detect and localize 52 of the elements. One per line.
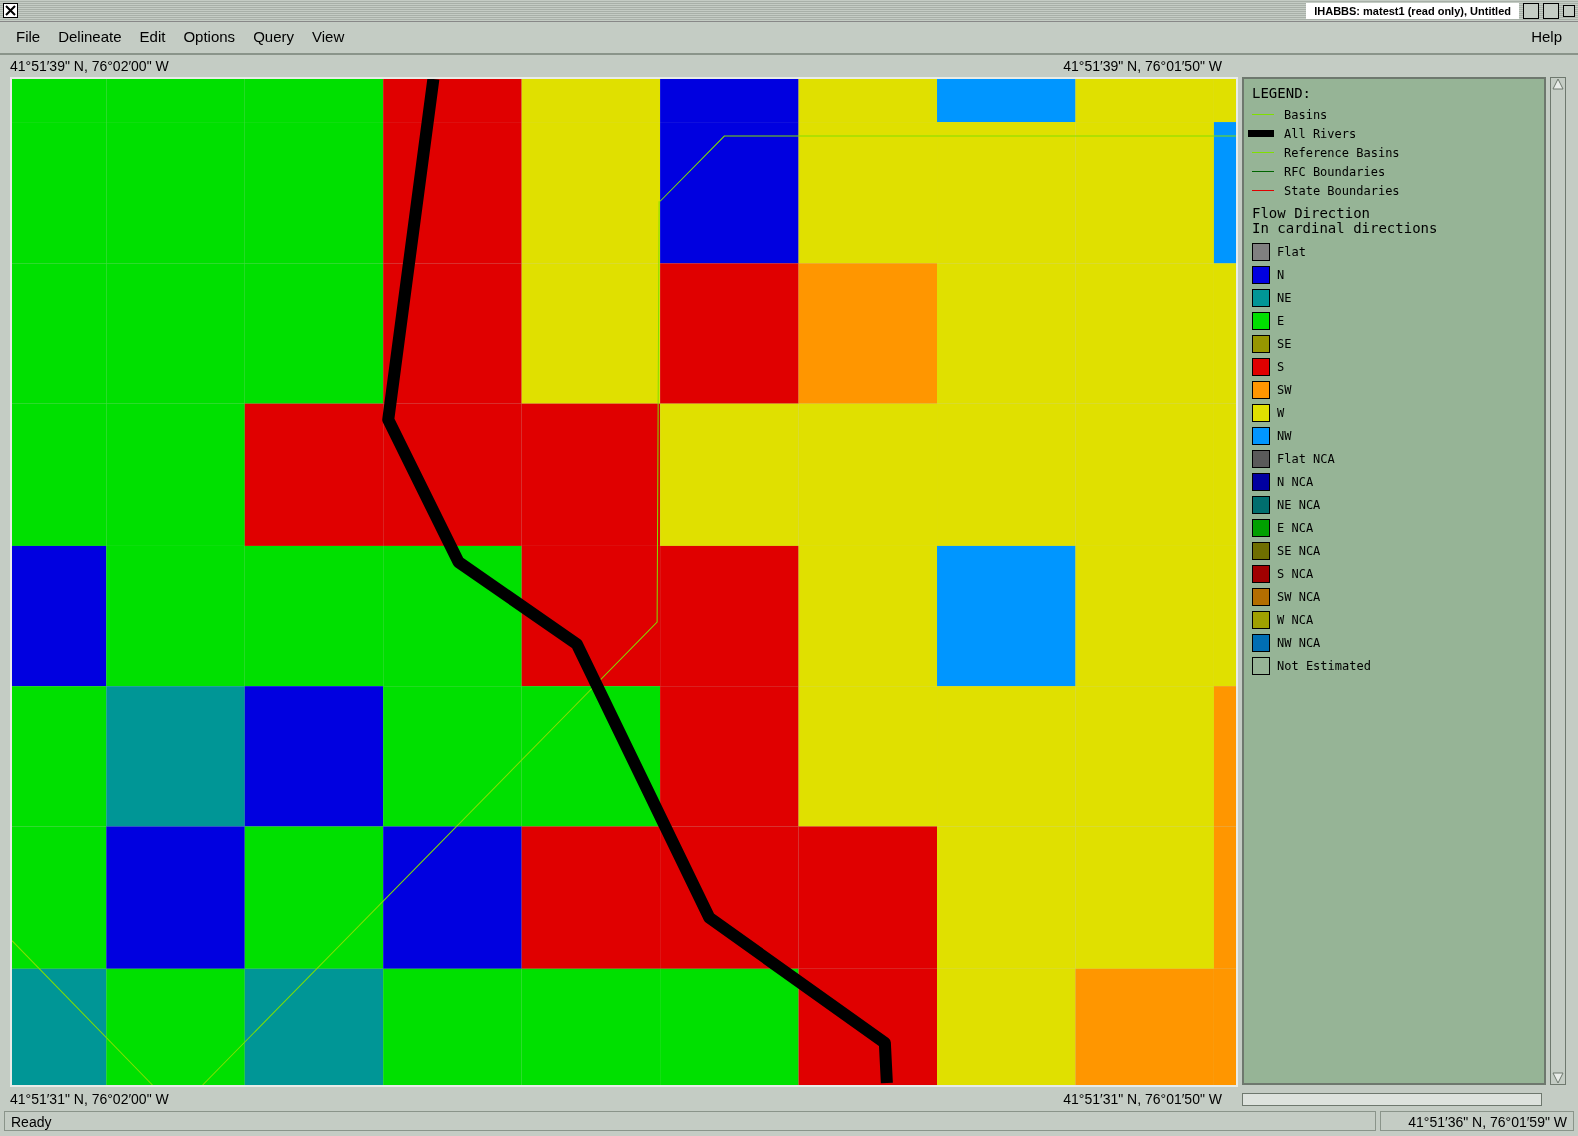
- legend-title: LEGEND:: [1252, 84, 1312, 103]
- down-arrow-icon: [1552, 1072, 1564, 1084]
- legend-label: N: [1277, 266, 1285, 284]
- legend-label: Basins: [1284, 106, 1328, 124]
- coordinate-label: 41°51′39" N, 76°02′00" W: [10, 56, 169, 76]
- close-button[interactable]: [3, 3, 18, 18]
- minimize-button[interactable]: [1563, 4, 1575, 17]
- legend-label: SE: [1277, 335, 1292, 353]
- legend-label: Reference Basins: [1284, 144, 1400, 162]
- legend-label: NE NCA: [1277, 496, 1321, 514]
- cursor-coordinates: 41°51′36" N, 76°01′59" W: [1380, 1111, 1574, 1131]
- menu-item[interactable]: Options: [175, 26, 244, 49]
- window-title: IHABBS: matest1 (read only), Untitled: [1306, 2, 1519, 19]
- legend-label: NW: [1277, 427, 1292, 445]
- maximize-button[interactable]: [1523, 2, 1539, 19]
- legend-heading: Flow Direction: [1252, 206, 1371, 221]
- legend-label: S: [1277, 358, 1285, 376]
- close-icon: [5, 5, 16, 16]
- menu-item[interactable]: File: [8, 26, 49, 49]
- legend-label: E: [1277, 312, 1285, 330]
- legend-label: Flat: [1277, 243, 1306, 261]
- flow-direction-map[interactable]: [12, 79, 1236, 1085]
- legend-label: NW NCA: [1277, 634, 1321, 652]
- legend-label: SW NCA: [1277, 588, 1321, 606]
- legend-label: W: [1277, 404, 1285, 422]
- menu-item[interactable]: View: [304, 26, 353, 49]
- legend-label: E NCA: [1277, 519, 1314, 537]
- menu-item[interactable]: Query: [245, 26, 302, 49]
- status-message: Ready: [4, 1111, 1376, 1131]
- legend-label: SE NCA: [1277, 542, 1321, 560]
- legend-label: Flat NCA: [1277, 450, 1335, 468]
- help-menu[interactable]: Help: [1523, 26, 1570, 49]
- vertical-scrollbar[interactable]: [1550, 77, 1566, 1085]
- restore-button[interactable]: [1543, 2, 1559, 19]
- legend-label: State Boundaries: [1284, 182, 1400, 200]
- legend-label: S NCA: [1277, 565, 1314, 583]
- legend-heading: In cardinal directions: [1252, 221, 1439, 236]
- legend-label: W NCA: [1277, 611, 1314, 629]
- coordinate-label: 41°51′39" N, 76°01′50" W: [1063, 56, 1222, 76]
- up-arrow-icon: [1552, 78, 1564, 90]
- legend-label: All Rivers: [1284, 125, 1357, 143]
- horizontal-scrollbar[interactable]: [1242, 1092, 1542, 1106]
- coordinate-label: 41°51′31" N, 76°02′00" W: [10, 1089, 169, 1109]
- raster-cell: [1213, 79, 1236, 123]
- legend-label: RFC Boundaries: [1284, 163, 1386, 181]
- legend-label: NE: [1277, 289, 1292, 307]
- legend-label: SW: [1277, 381, 1292, 399]
- coordinate-label: 41°51′31" N, 76°01′50" W: [1063, 1089, 1222, 1109]
- menu-item[interactable]: Delineate: [50, 26, 130, 49]
- legend-label: N NCA: [1277, 473, 1314, 491]
- legend-label: Not Estimated: [1277, 657, 1371, 675]
- menu-item[interactable]: Edit: [131, 26, 174, 49]
